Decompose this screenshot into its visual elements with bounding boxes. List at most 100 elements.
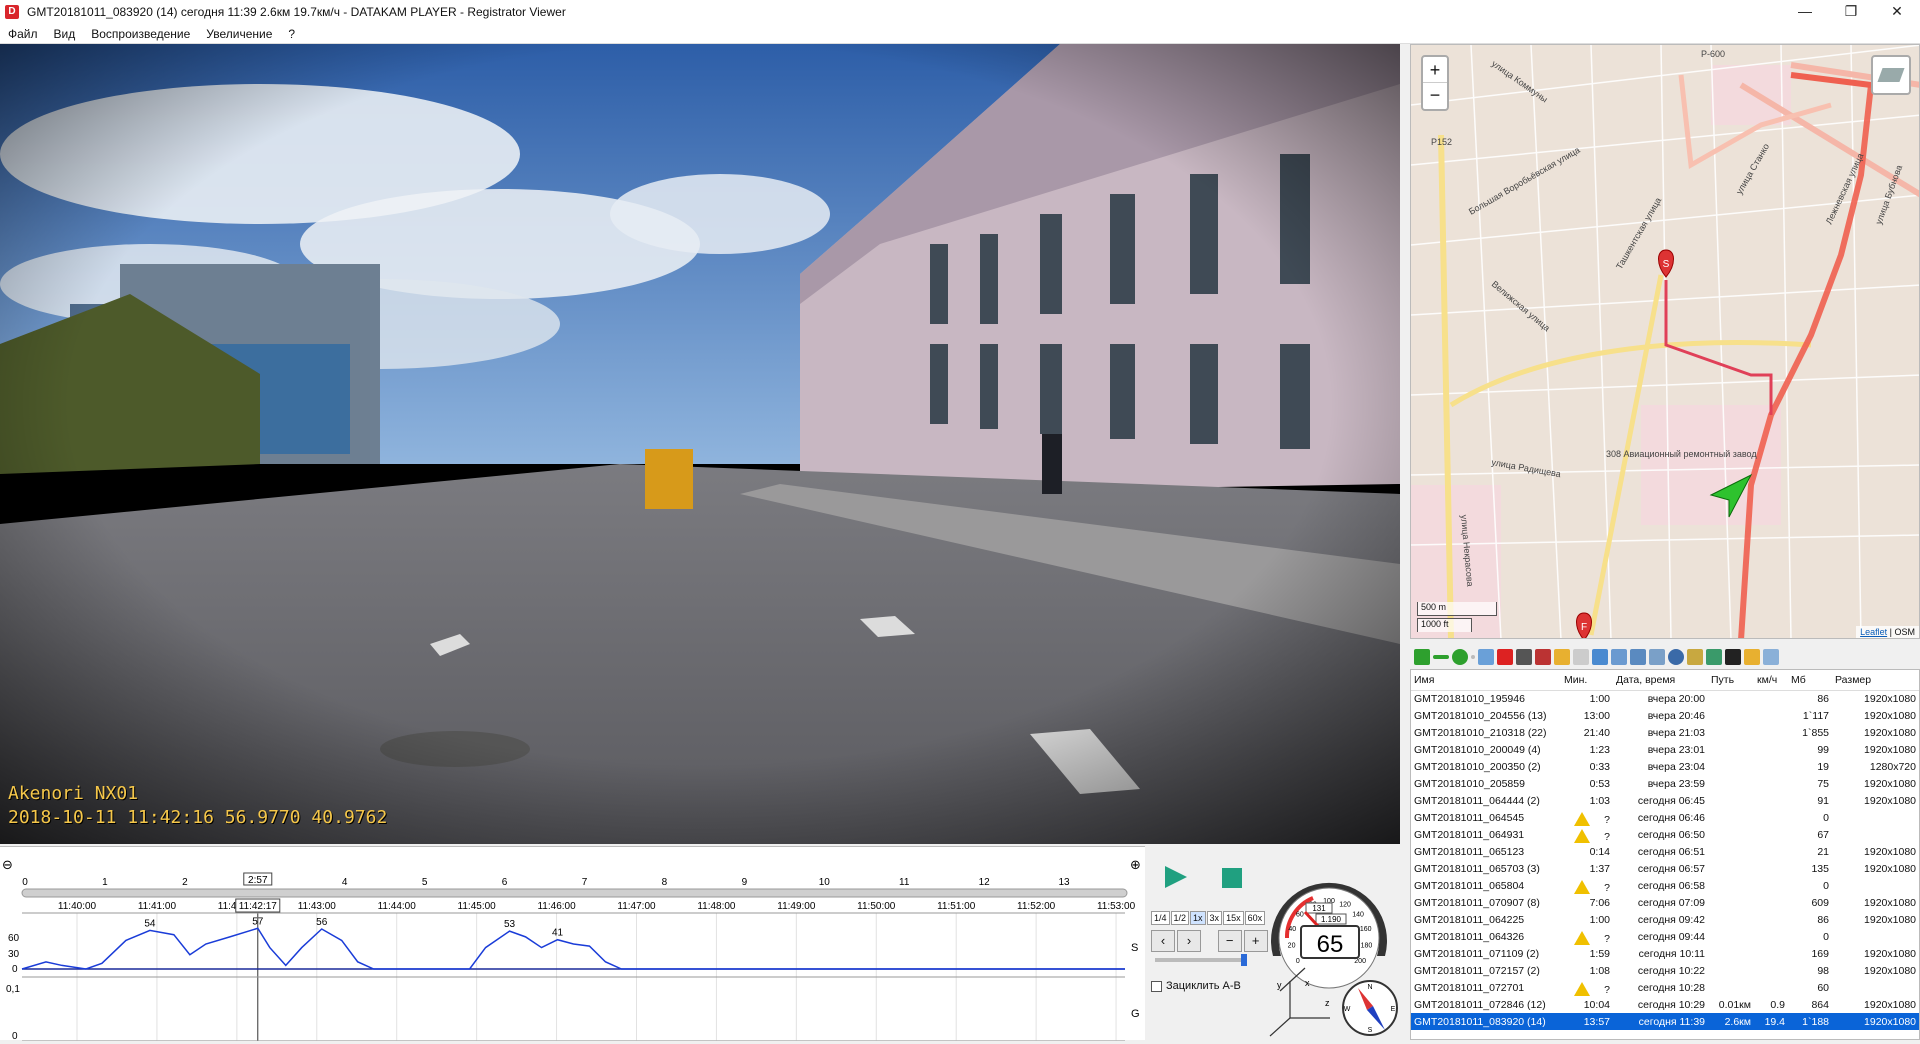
col-datetime[interactable]: Дата, время <box>1613 670 1708 691</box>
table-row[interactable]: GMT20181011_064444 (2) 1:03 сегодня 06:45 9… <box>1411 792 1919 809</box>
speed-1x[interactable]: 1x <box>1190 911 1206 925</box>
document-icon[interactable] <box>1763 649 1779 665</box>
table-row[interactable]: GMT20181010_195946 1:00 вчера 20:00 86 1920x… <box>1411 690 1919 707</box>
layers-icon[interactable] <box>1871 55 1911 95</box>
video-view[interactable]: Akenori NX01 2018-10-11 11:42:16 56.9770… <box>0 44 1400 844</box>
table-row[interactable]: GMT20181011_083920 (14) 13:57 сегодня 11:3… <box>1411 1013 1919 1030</box>
cell-path: 0.01км <box>1708 996 1754 1013</box>
speed-half[interactable]: 1/2 <box>1170 911 1190 925</box>
film-icon[interactable] <box>1725 649 1741 665</box>
table-row[interactable]: GMT20181011_072157 (2) 1:08 сегодня 10:22 9… <box>1411 962 1919 979</box>
table-row[interactable]: GMT20181011_064545? сегодня 06:46 0 <box>1411 809 1919 826</box>
timeline-track[interactable] <box>21 888 1128 898</box>
cut-icon[interactable] <box>1573 649 1589 665</box>
separator-dot-icon <box>1471 655 1475 659</box>
add-icon[interactable] <box>1414 649 1430 665</box>
osm-link[interactable]: OSM <box>1894 627 1915 637</box>
table-row[interactable]: GMT20181010_200350 (2) 0:33 вчера 23:04 19 1… <box>1411 758 1919 775</box>
close-button[interactable]: ✕ <box>1874 0 1920 24</box>
col-path[interactable]: Путь <box>1708 670 1754 691</box>
speed-60x[interactable]: 60x <box>1244 911 1266 925</box>
map-zoom-in-button[interactable]: + <box>1423 57 1447 83</box>
table-row[interactable]: GMT20181011_064225 1:00 сегодня 09:42 86 192… <box>1411 911 1919 928</box>
copy-icon[interactable] <box>1478 649 1494 665</box>
minimize-button[interactable]: — <box>1782 0 1828 24</box>
menu-zoom[interactable]: Увеличение <box>198 27 280 41</box>
timeline-chart[interactable]: ⊖ ⊕ 012345678910111213 11:40:0011:41:001… <box>0 847 1145 1042</box>
windows-icon[interactable] <box>1630 649 1646 665</box>
menu-help[interactable]: ? <box>280 27 303 41</box>
menu-file[interactable]: Файл <box>0 27 46 41</box>
leaflet-link[interactable]: Leaflet <box>1860 627 1887 637</box>
loop-checkbox[interactable] <box>1151 980 1162 992</box>
view-icon[interactable] <box>1592 649 1608 665</box>
menu-playback[interactable]: Воспроизведение <box>83 27 198 41</box>
maximize-button[interactable]: ❐ <box>1828 0 1874 24</box>
table-row[interactable]: GMT20181011_065703 (3) 1:37 сегодня 06:57 1… <box>1411 860 1919 877</box>
timeline-zoom-in-icon[interactable]: ⊕ <box>1130 858 1141 873</box>
table-row[interactable]: GMT20181010_204556 (13) 13:00 вчера 20:46 1… <box>1411 707 1919 724</box>
table-row[interactable]: GMT20181011_064931? сегодня 06:50 67 <box>1411 826 1919 843</box>
volume-slider[interactable] <box>1155 954 1247 966</box>
cell-kmh: 0.9 <box>1754 996 1788 1013</box>
play-icon[interactable] <box>1165 866 1187 888</box>
zoom-out-video-icon[interactable]: − <box>1217 930 1242 952</box>
refresh-icon[interactable] <box>1452 649 1468 665</box>
table-row[interactable]: GMT20181011_072701? сегодня 10:28 60 <box>1411 979 1919 996</box>
search-icon[interactable] <box>1649 649 1665 665</box>
playhead[interactable]: 2:57 11:42:17 <box>235 872 281 1041</box>
cell-path: 2.6км <box>1708 1013 1754 1030</box>
col-mb[interactable]: Мб <box>1788 670 1832 691</box>
save-icon[interactable] <box>1516 649 1532 665</box>
cell-mb-text: 86 <box>1817 692 1829 705</box>
time-label: 11:49:00 <box>777 901 816 912</box>
speed-3x[interactable]: 3x <box>1206 911 1223 925</box>
folder-icon[interactable] <box>1744 649 1760 665</box>
loop-ab[interactable]: Зациклить A-B <box>1151 980 1241 992</box>
table-row[interactable]: GMT20181010_205859 0:53 вчера 23:59 75 1920x… <box>1411 775 1919 792</box>
cell-name: GMT20181011_071109 (2) <box>1411 945 1561 962</box>
globe-icon[interactable] <box>1668 649 1684 665</box>
table-row[interactable]: GMT20181011_070907 (8) 7:06 сегодня 07:09 6… <box>1411 894 1919 911</box>
stop-icon[interactable] <box>1222 868 1242 888</box>
table-row[interactable]: GMT20181010_200049 (4) 1:23 вчера 23:01 99 1… <box>1411 741 1919 758</box>
cell-kmh <box>1754 758 1788 775</box>
cell-name: GMT20181011_083920 (14) <box>1411 1013 1561 1030</box>
volume-handle[interactable] <box>1241 954 1247 966</box>
table-row[interactable]: GMT20181010_210318 (22) 21:40 вчера 21:03 1… <box>1411 724 1919 741</box>
minute-tick-label: 5 <box>422 877 428 888</box>
prev-frame-icon[interactable]: ‹ <box>1151 930 1175 952</box>
delete-icon[interactable] <box>1497 649 1513 665</box>
cell-path <box>1708 843 1754 860</box>
cell-min-text: 10:04 <box>1583 998 1610 1011</box>
cell-size-text: 1920x1080 <box>1864 998 1916 1011</box>
export-icon[interactable] <box>1554 649 1570 665</box>
next-frame-icon[interactable]: › <box>1177 930 1201 952</box>
table-row[interactable]: GMT20181011_065804? сегодня 06:58 0 <box>1411 877 1919 894</box>
speed-15x[interactable]: 15x <box>1223 911 1244 925</box>
timeline-zoom-out-icon[interactable]: ⊖ <box>2 858 13 873</box>
col-size[interactable]: Размер <box>1832 670 1919 691</box>
table-row[interactable]: GMT20181011_065123 0:14 сегодня 06:51 21 192… <box>1411 843 1919 860</box>
cell-kmh <box>1754 826 1788 843</box>
fullscreen-icon[interactable] <box>1611 649 1627 665</box>
warning-icon <box>1574 880 1591 894</box>
col-min[interactable]: Мин. <box>1561 670 1613 691</box>
map-view[interactable]: S F Р-600 Р152 улица Коммуны Большая Вор… <box>1410 44 1920 639</box>
cell-name-text: GMT20181010_200049 (4) <box>1414 743 1541 756</box>
map-export-icon[interactable] <box>1706 649 1722 665</box>
table-row[interactable]: GMT20181011_064326? сегодня 09:44 0 <box>1411 928 1919 945</box>
col-kmh[interactable]: км/ч <box>1754 670 1788 691</box>
cell-size-text: 1920x1080 <box>1864 1015 1916 1028</box>
cell-datetime-text: вчера 23:59 <box>1647 777 1705 790</box>
speed-quarter[interactable]: 1/4 <box>1151 911 1170 925</box>
notes-icon[interactable] <box>1687 649 1703 665</box>
table-row[interactable]: GMT20181011_071109 (2) 1:59 сегодня 10:11 1… <box>1411 945 1919 962</box>
table-row[interactable]: GMT20181011_072846 (12) 10:04 сегодня 10:2… <box>1411 996 1919 1013</box>
zoom-in-video-icon[interactable]: + <box>1243 930 1268 952</box>
remove-icon[interactable] <box>1433 655 1449 659</box>
snapshot-icon[interactable] <box>1535 649 1551 665</box>
col-name[interactable]: Имя <box>1411 670 1561 691</box>
map-zoom-out-button[interactable]: − <box>1423 83 1447 109</box>
menu-view[interactable]: Вид <box>46 27 84 41</box>
